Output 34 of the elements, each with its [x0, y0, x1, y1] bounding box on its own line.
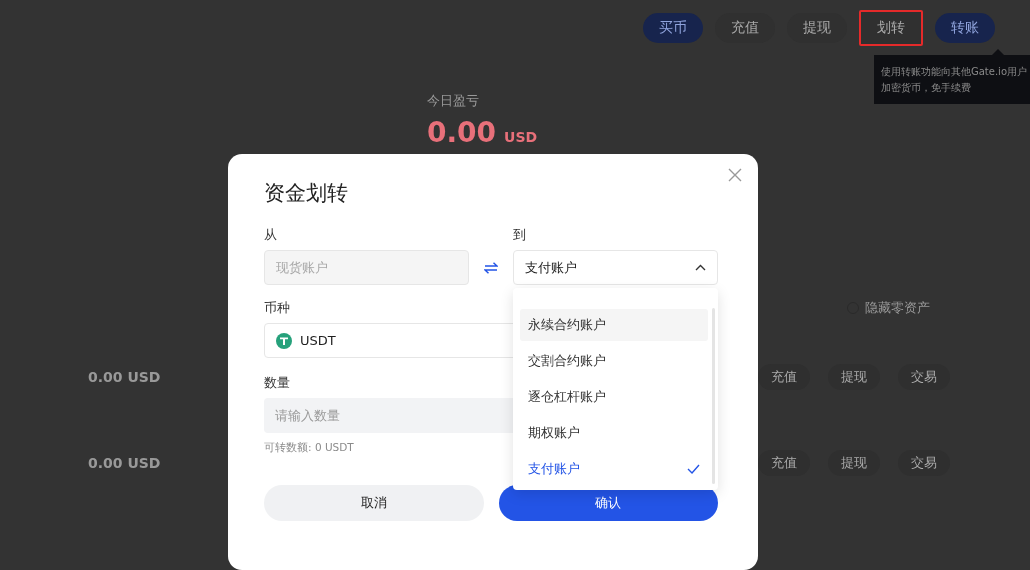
tooltip: 使用转账功能向其他Gate.io用户 加密货币，免手续费	[873, 49, 1030, 104]
check-icon	[687, 464, 700, 474]
asset-action-button[interactable]: 交易	[898, 450, 950, 476]
asset-action-button[interactable]: 提现	[828, 450, 880, 476]
usdt-coin-icon	[276, 332, 292, 349]
dialog-title: 资金划转	[264, 180, 349, 207]
pnl-unit: USD	[504, 129, 538, 145]
pnl-value: 0.00	[427, 116, 497, 149]
top-action-button[interactable]: 提现	[787, 13, 847, 43]
hide-zero-label: 隐藏零资产	[865, 299, 930, 317]
top-action-button[interactable]: 充值	[715, 13, 775, 43]
close-icon[interactable]	[728, 168, 742, 182]
asset-total: 0.00 USD	[88, 369, 161, 385]
currency-label: 币种	[264, 299, 291, 317]
chevron-icon	[695, 264, 706, 271]
asset-action-button[interactable]: 充值	[758, 364, 810, 390]
cancel-button[interactable]: 取消	[264, 485, 484, 521]
asset-action-button[interactable]: 提现	[828, 364, 880, 390]
to-account-select[interactable]: 支付账户	[513, 250, 718, 285]
asset-action-button[interactable]: 交易	[898, 364, 950, 390]
top-action-button[interactable]: 转账	[935, 13, 995, 43]
dropdown-option[interactable]: 永续合约账户	[520, 309, 708, 341]
asset-total: 0.00 USD	[88, 455, 161, 471]
option-label: 支付账户	[528, 460, 580, 478]
from-label: 从	[264, 226, 278, 244]
amount-label: 数量	[264, 374, 291, 392]
to-label: 到	[513, 226, 527, 244]
pnl-label: 今日盈亏	[427, 92, 479, 110]
available-amount: 可转数额: 0 USDT	[264, 441, 355, 455]
top-action-button[interactable]: 买币	[643, 13, 703, 43]
swap-icon[interactable]	[484, 261, 498, 274]
top-action-button[interactable]: 划转	[859, 10, 923, 46]
dropdown-option[interactable]: 支付账户	[520, 453, 708, 485]
asset-action-button[interactable]: 充值	[758, 450, 810, 476]
